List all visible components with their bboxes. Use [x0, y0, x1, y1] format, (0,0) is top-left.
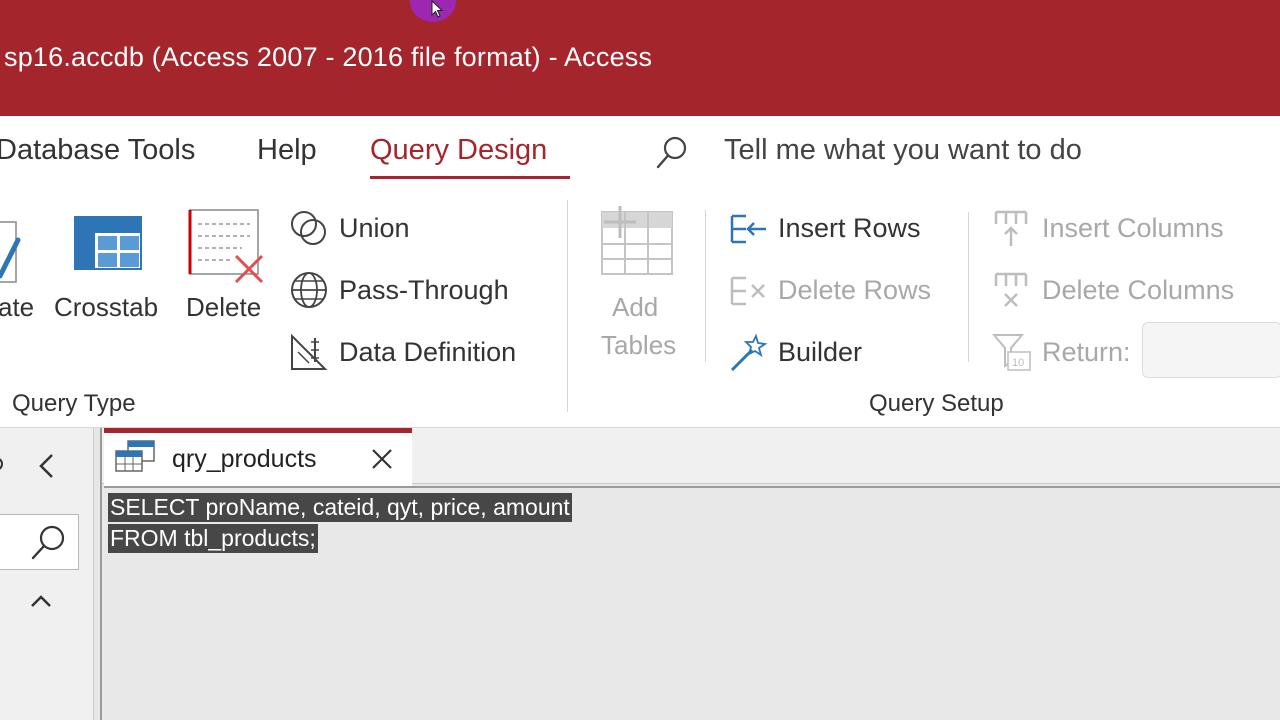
- crosstab-button[interactable]: Crosstab: [52, 210, 164, 330]
- return-label: Return:: [1042, 336, 1131, 367]
- pass-through-button[interactable]: Pass-Through: [289, 268, 509, 312]
- delete-columns-icon: [994, 272, 1028, 307]
- delete-query-button[interactable]: Delete: [182, 206, 268, 330]
- union-label: Union: [339, 212, 410, 243]
- union-button[interactable]: Union: [289, 206, 410, 250]
- svg-text:10: 10: [1012, 357, 1024, 369]
- magic-wand-icon: [730, 333, 768, 372]
- data-definition-icon: [291, 333, 328, 370]
- make-table-icon: [0, 221, 21, 283]
- make-table-label: ate: [0, 292, 35, 322]
- tab-help[interactable]: Help: [257, 134, 317, 167]
- insert-columns-label: Insert Columns: [1042, 212, 1224, 243]
- search-icon[interactable]: [29, 523, 69, 563]
- document-tab-qry-products[interactable]: qry_products: [104, 428, 412, 486]
- delete-query-icon: [188, 209, 264, 284]
- section-separator-2: [968, 212, 969, 362]
- return-control: 10 Return:: [992, 330, 1131, 374]
- delete-columns-label: Delete Columns: [1042, 274, 1235, 305]
- insert-rows-button[interactable]: Insert Rows: [728, 206, 921, 250]
- query-setup-group-label: Query Setup: [869, 390, 1004, 417]
- window-title: sp16.accdb (Access 2007 - 2016 file form…: [4, 42, 653, 72]
- delete-rows-icon: [730, 276, 765, 306]
- data-definition-label: Data Definition: [339, 336, 517, 367]
- insert-rows-icon: [730, 214, 766, 244]
- insert-rows-label: Insert Rows: [778, 212, 921, 243]
- query-icon: [115, 440, 155, 472]
- add-tables-label-line2: Tables: [601, 330, 677, 360]
- search-icon[interactable]: [654, 134, 690, 172]
- return-filter-icon: 10: [992, 334, 1031, 371]
- title-bar: sp16.accdb (Access 2007 - 2016 file form…: [0, 0, 1280, 116]
- chevron-up-icon[interactable]: [28, 590, 54, 612]
- mouse-cursor-icon: [431, 0, 444, 18]
- query-type-group-label: Query Type: [12, 390, 136, 417]
- group-separator: [567, 200, 568, 412]
- delete-query-label: Delete: [186, 292, 262, 322]
- insert-columns-icon: [994, 210, 1028, 246]
- insert-columns-button[interactable]: Insert Columns: [992, 206, 1224, 250]
- builder-button[interactable]: Builder: [728, 330, 862, 374]
- add-table-icon: [601, 206, 673, 275]
- tab-database-tools[interactable]: Database Tools: [0, 134, 195, 167]
- union-icon: [291, 211, 326, 245]
- close-icon[interactable]: [370, 447, 394, 471]
- make-table-button[interactable]: ate: [0, 210, 34, 330]
- data-definition-button[interactable]: Data Definition: [289, 330, 516, 374]
- builder-label: Builder: [778, 336, 863, 367]
- active-tab-indicator: [370, 176, 570, 179]
- collapse-pane-chevron-left-icon[interactable]: [36, 452, 58, 480]
- delete-rows-button[interactable]: Delete Rows: [728, 268, 931, 312]
- return-combobox[interactable]: [1142, 322, 1280, 378]
- sql-line-2[interactable]: FROM tbl_products;: [108, 524, 318, 553]
- nav-search-field[interactable]: [0, 514, 79, 570]
- add-tables-label-line1: Add: [612, 292, 659, 322]
- pass-through-label: Pass-Through: [339, 274, 509, 305]
- sql-line-1[interactable]: SELECT proName, cateid, qyt, price, amou…: [108, 493, 572, 522]
- section-separator: [705, 210, 706, 362]
- crosstab-label: Crosstab: [54, 292, 159, 322]
- tab-query-design[interactable]: Query Design: [370, 134, 547, 167]
- delete-rows-label: Delete Rows: [778, 274, 932, 305]
- document-tab-label: qry_products: [172, 445, 317, 473]
- delete-columns-button[interactable]: Delete Columns: [992, 268, 1234, 312]
- add-tables-button[interactable]: Add Tables: [592, 204, 684, 364]
- globe-icon: [291, 272, 327, 308]
- tell-me-search[interactable]: Tell me what you want to do: [724, 134, 1082, 167]
- crosstab-icon: [74, 216, 142, 270]
- pane-partial-icon: [0, 458, 3, 470]
